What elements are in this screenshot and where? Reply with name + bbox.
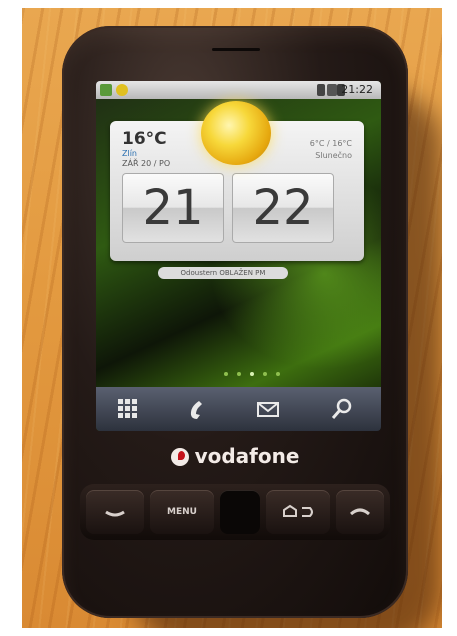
weather-city: Zlín	[122, 149, 137, 158]
network-icon	[327, 84, 337, 96]
page-dot	[224, 372, 228, 376]
phone-body: 21:22 16°C Zlín ZÁŘ 20 / PO 6°C / 16°C S…	[62, 26, 408, 618]
page-indicator	[222, 361, 282, 380]
weather-date: ZÁŘ 20 / PO	[122, 159, 171, 168]
brand-wordmark: vodafone	[194, 444, 300, 468]
page-dot	[263, 372, 268, 376]
status-bar: 21:22	[96, 81, 381, 99]
weather-range: 6°C / 16°C	[309, 139, 352, 148]
app-drawer-icon[interactable]	[114, 395, 142, 423]
app-dock	[96, 387, 381, 431]
search-icon[interactable]	[328, 395, 356, 423]
weather-notification-icon	[116, 84, 128, 96]
weather-condition: Slunečno	[315, 151, 352, 160]
phone-screen: 21:22 16°C Zlín ZÁŘ 20 / PO 6°C / 16°C S…	[96, 81, 381, 431]
trackball[interactable]	[220, 490, 260, 534]
photo-background: 21:22 16°C Zlín ZÁŘ 20 / PO 6°C / 16°C S…	[22, 8, 442, 628]
sun-icon	[201, 101, 271, 165]
signal-icon	[317, 84, 325, 96]
weather-temperature: 16°C	[122, 129, 167, 149]
alarm-pill: Odoustern OBLAŽEN PM	[158, 267, 288, 279]
end-call-key[interactable]	[336, 490, 384, 534]
phone-icon[interactable]	[184, 395, 212, 423]
notification-icon	[100, 84, 112, 96]
page-dot	[276, 372, 281, 376]
clock-hours: 21	[122, 173, 224, 243]
call-key[interactable]	[86, 490, 144, 534]
page-dot	[237, 372, 242, 376]
vodafone-logo: vodafone	[62, 444, 408, 468]
home-back-key[interactable]	[266, 490, 330, 534]
menu-key[interactable]: MENU	[150, 490, 214, 534]
clock-minutes: 22	[232, 173, 334, 243]
hardware-keys: MENU	[80, 484, 390, 540]
mail-icon[interactable]	[254, 395, 282, 423]
vodafone-speechmark-icon	[170, 448, 189, 466]
page-dot-active	[250, 372, 255, 376]
status-time: 21:22	[341, 83, 373, 96]
earpiece	[212, 48, 260, 51]
